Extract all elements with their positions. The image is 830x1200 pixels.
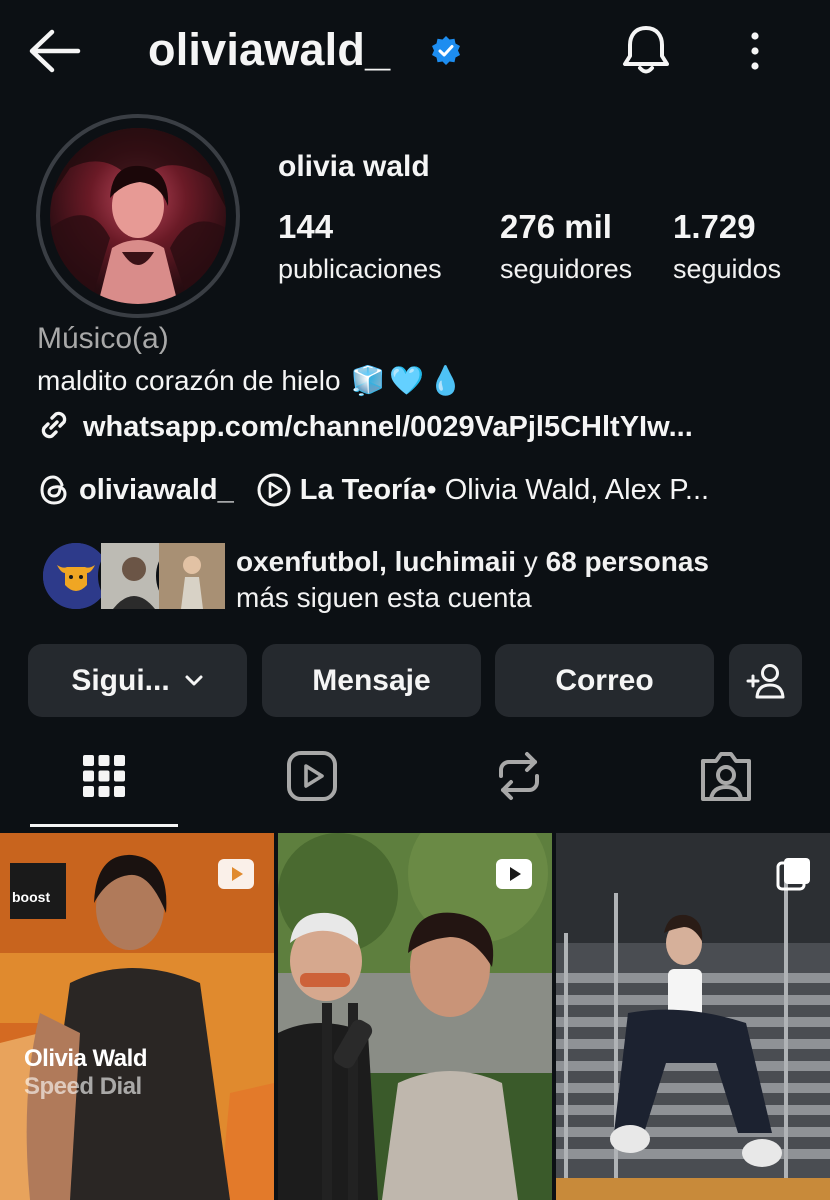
reel-badge-icon	[494, 857, 534, 891]
reposts-tab-icon[interactable]	[489, 746, 549, 806]
bell-icon[interactable]	[620, 22, 672, 78]
followed-by-names: oxenfutbol, luchimaii	[236, 546, 517, 577]
followed-by-text[interactable]: oxenfutbol, luchimaii y 68 personas más …	[236, 544, 709, 616]
stat-followers-value: 276 mil	[500, 208, 612, 245]
add-person-icon	[745, 661, 787, 701]
follower-avatar-third	[156, 540, 228, 612]
stat-following[interactable]: 1.729 seguidos	[673, 208, 781, 285]
stat-followers-label: seguidores	[500, 254, 633, 284]
droplet-emoji: 💧	[428, 365, 464, 396]
header-username: oliviawald_	[148, 24, 391, 75]
email-button-label: Correo	[555, 663, 654, 697]
verified-badge-icon	[430, 35, 462, 67]
profile-bio: maldito corazón de hielo 🧊 🩵 💧	[37, 364, 463, 397]
stat-following-value: 1.729	[673, 208, 756, 245]
bio-emoji-group: 🧊 🩵 💧	[351, 364, 464, 397]
grid-post-1-title: Olivia Wald	[24, 1045, 147, 1072]
following-button-label: Sigui...	[71, 663, 170, 697]
profile-tabs	[0, 740, 830, 830]
profile-meta-row: oliviawald_ La Teoría • Olivia Wald, Ale…	[37, 472, 709, 508]
grid-icon[interactable]	[74, 746, 134, 806]
active-tab-indicator	[30, 824, 178, 827]
followed-by-line2: más siguen esta cuenta	[236, 582, 532, 613]
profile-link[interactable]: whatsapp.com/channel/0029VaPjl5CHltYIw..…	[37, 408, 693, 447]
message-button-label: Mensaje	[312, 663, 431, 697]
link-text: whatsapp.com/channel/0029VaPjl5CHltYIw..…	[83, 411, 693, 443]
link-icon	[37, 408, 71, 447]
grid-post-1-subtitle: Speed Dial	[24, 1073, 142, 1100]
tagged-tab-icon[interactable]	[696, 746, 756, 806]
threads-handle[interactable]: oliviawald_	[79, 474, 234, 507]
email-button[interactable]: Correo	[495, 644, 714, 717]
following-button[interactable]: Sigui...	[28, 644, 247, 717]
grid-post-1[interactable]: boost Olivia Wald Speed Dial	[0, 833, 274, 1200]
add-person-button[interactable]	[729, 644, 802, 717]
stat-posts[interactable]: 144 publicaciones	[278, 208, 442, 285]
music-title[interactable]: La Teoría	[300, 474, 427, 507]
message-button[interactable]: Mensaje	[262, 644, 481, 717]
followed-by-conjunction: y	[516, 546, 546, 577]
stat-following-label: seguidos	[673, 254, 782, 284]
grid-post-3[interactable]	[556, 833, 830, 1200]
light-blue-heart-emoji: 🩵	[389, 365, 425, 396]
profile-display-name: olivia wald	[278, 150, 430, 183]
stat-posts-value: 144	[278, 208, 334, 245]
profile-category: Músico(a)	[37, 322, 169, 355]
reel-badge-icon	[216, 857, 256, 891]
stat-posts-label: publicaciones	[278, 254, 442, 284]
chevron-down-icon	[184, 674, 204, 688]
stat-followers[interactable]: 276 mil seguidores	[500, 208, 632, 285]
grid-post-2[interactable]	[278, 833, 552, 1200]
reels-tab-icon[interactable]	[282, 746, 342, 806]
avatar[interactable]	[50, 128, 226, 304]
ice-cube-emoji: 🧊	[350, 365, 386, 396]
bio-text: maldito corazón de hielo	[37, 364, 341, 396]
music-artists: • Olivia Wald, Alex P...	[426, 473, 710, 506]
top-bar: oliviawald_	[0, 0, 830, 100]
followed-by-rest: 68 personas	[545, 546, 709, 577]
carousel-badge-icon	[774, 857, 814, 891]
play-circle-icon	[256, 472, 292, 508]
brand-label: boost	[12, 889, 51, 905]
threads-icon	[37, 473, 71, 507]
back-arrow-icon[interactable]	[26, 26, 82, 76]
more-options-icon[interactable]	[740, 26, 770, 74]
